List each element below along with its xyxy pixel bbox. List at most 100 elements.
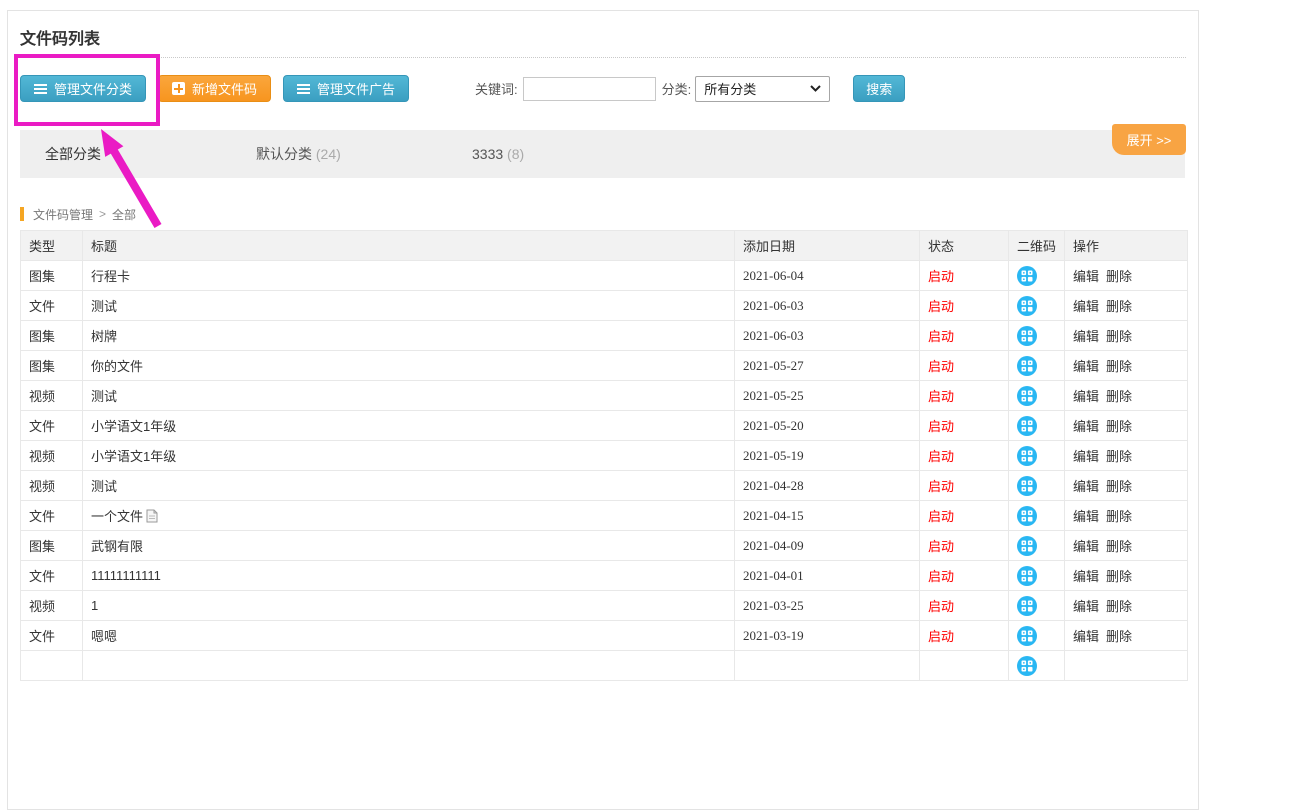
- row-title: 1: [83, 591, 735, 621]
- qr-code-icon[interactable]: [1017, 566, 1037, 586]
- filecode-table: 类型 标题 添加日期 状态 二维码 操作 图集 行程卡 2021-06-04 启…: [20, 230, 1188, 681]
- keyword-input[interactable]: [523, 77, 656, 101]
- category-tab-all[interactable]: 全部分类: [45, 144, 101, 164]
- category-tab-label: 默认分类: [256, 146, 312, 162]
- search-button[interactable]: 搜索: [853, 75, 905, 102]
- category-tab-count: (24): [316, 146, 341, 162]
- qr-code-icon[interactable]: [1017, 386, 1037, 406]
- row-title-text: 嗯嗯: [91, 629, 117, 644]
- expand-button[interactable]: 展开 >>: [1112, 124, 1186, 155]
- row-actions: 编辑删除: [1065, 561, 1188, 591]
- qr-code-icon[interactable]: [1017, 296, 1037, 316]
- row-title: 测试: [83, 471, 735, 501]
- qr-code-icon[interactable]: [1017, 266, 1037, 286]
- row-type: 文件: [21, 561, 83, 591]
- edit-link[interactable]: 编辑: [1073, 329, 1099, 344]
- row-title-text: 武钢有限: [91, 539, 143, 554]
- category-tab-label: 3333: [472, 146, 503, 162]
- breadcrumb: 文件码管理 > 全部: [20, 207, 1185, 221]
- delete-link[interactable]: 删除: [1106, 449, 1132, 464]
- qr-code-icon[interactable]: [1017, 476, 1037, 496]
- row-type-text: 图集: [29, 539, 55, 554]
- row-date-text: 2021-06-03: [743, 328, 804, 343]
- edit-link[interactable]: 编辑: [1073, 539, 1099, 554]
- row-date: 2021-04-15: [735, 501, 920, 531]
- row-status: 启动: [920, 351, 1009, 381]
- row-type: 图集: [21, 531, 83, 561]
- edit-link[interactable]: 编辑: [1073, 389, 1099, 404]
- qr-code-icon[interactable]: [1017, 596, 1037, 616]
- edit-link[interactable]: 编辑: [1073, 509, 1099, 524]
- row-actions: 编辑删除: [1065, 441, 1188, 471]
- delete-link[interactable]: 删除: [1106, 539, 1132, 554]
- delete-link[interactable]: 删除: [1106, 419, 1132, 434]
- row-date: 2021-04-01: [735, 561, 920, 591]
- edit-link[interactable]: 编辑: [1073, 599, 1099, 614]
- row-qrcode: [1009, 501, 1065, 531]
- row-type: 视频: [21, 591, 83, 621]
- table-row: 视频 测试 2021-04-28 启动 编辑删除: [21, 471, 1188, 501]
- delete-link[interactable]: 删除: [1106, 269, 1132, 284]
- edit-link[interactable]: 编辑: [1073, 569, 1099, 584]
- breadcrumb-section[interactable]: 文件码管理: [33, 206, 93, 223]
- qr-code-icon[interactable]: [1017, 536, 1037, 556]
- delete-link[interactable]: 删除: [1106, 569, 1132, 584]
- qr-code-icon[interactable]: [1017, 416, 1037, 436]
- category-tab-3333[interactable]: 3333 (8): [472, 146, 524, 162]
- table-row: 视频 1 2021-03-25 启动 编辑删除: [21, 591, 1188, 621]
- delete-link[interactable]: 删除: [1106, 389, 1132, 404]
- edit-link[interactable]: 编辑: [1073, 479, 1099, 494]
- row-type-text: 图集: [29, 269, 55, 284]
- manage-ads-label: 管理文件广告: [317, 79, 395, 98]
- category-selected-value: 所有分类: [704, 79, 756, 98]
- row-type-text: 视频: [29, 599, 55, 614]
- delete-link[interactable]: 删除: [1106, 509, 1132, 524]
- row-qrcode: [1009, 411, 1065, 441]
- row-title: 小学语文1年级: [83, 411, 735, 441]
- row-actions: 编辑删除: [1065, 591, 1188, 621]
- delete-link[interactable]: 删除: [1106, 329, 1132, 344]
- search-button-label: 搜索: [866, 79, 892, 98]
- row-date: 2021-06-03: [735, 291, 920, 321]
- row-type: 文件: [21, 621, 83, 651]
- row-date: 2021-03-19: [735, 621, 920, 651]
- qr-code-icon[interactable]: [1017, 626, 1037, 646]
- status-badge: 启动: [928, 389, 954, 404]
- qr-code-icon[interactable]: [1017, 446, 1037, 466]
- delete-link[interactable]: 删除: [1106, 629, 1132, 644]
- category-select[interactable]: 所有分类: [695, 76, 830, 102]
- row-type-text: 视频: [29, 449, 55, 464]
- content-card: 文件码列表 管理文件分类 新增文件码 管理文件广告 关键词: 分类: 所有分类 …: [7, 10, 1199, 810]
- edit-link[interactable]: 编辑: [1073, 299, 1099, 314]
- category-tab-default[interactable]: 默认分类 (24): [256, 144, 341, 164]
- add-filecode-button[interactable]: 新增文件码: [158, 75, 271, 102]
- delete-link[interactable]: 删除: [1106, 359, 1132, 374]
- manage-category-button[interactable]: 管理文件分类: [20, 75, 146, 102]
- qr-code-icon[interactable]: [1017, 356, 1037, 376]
- edit-link[interactable]: 编辑: [1073, 449, 1099, 464]
- row-actions: 编辑删除: [1065, 351, 1188, 381]
- edit-link[interactable]: 编辑: [1073, 359, 1099, 374]
- edit-link[interactable]: 编辑: [1073, 269, 1099, 284]
- row-actions: 编辑删除: [1065, 381, 1188, 411]
- edit-link[interactable]: 编辑: [1073, 419, 1099, 434]
- row-status: 启动: [920, 471, 1009, 501]
- qr-code-icon[interactable]: [1017, 506, 1037, 526]
- row-title: 11111111111: [83, 561, 735, 591]
- chevron-down-icon: [810, 85, 821, 92]
- row-actions: 编辑删除: [1065, 471, 1188, 501]
- delete-link[interactable]: 删除: [1106, 479, 1132, 494]
- row-title-text: 一个文件: [91, 509, 143, 524]
- row-type: 视频: [21, 381, 83, 411]
- delete-link[interactable]: 删除: [1106, 599, 1132, 614]
- manage-category-label: 管理文件分类: [54, 79, 132, 98]
- qr-code-icon[interactable]: [1017, 326, 1037, 346]
- row-date-text: 2021-05-20: [743, 418, 804, 433]
- row-type: 视频: [21, 471, 83, 501]
- delete-link[interactable]: 删除: [1106, 299, 1132, 314]
- category-label: 分类:: [662, 79, 692, 98]
- edit-link[interactable]: 编辑: [1073, 629, 1099, 644]
- row-actions: [1065, 651, 1188, 681]
- manage-ads-button[interactable]: 管理文件广告: [283, 75, 409, 102]
- status-badge: 启动: [928, 509, 954, 524]
